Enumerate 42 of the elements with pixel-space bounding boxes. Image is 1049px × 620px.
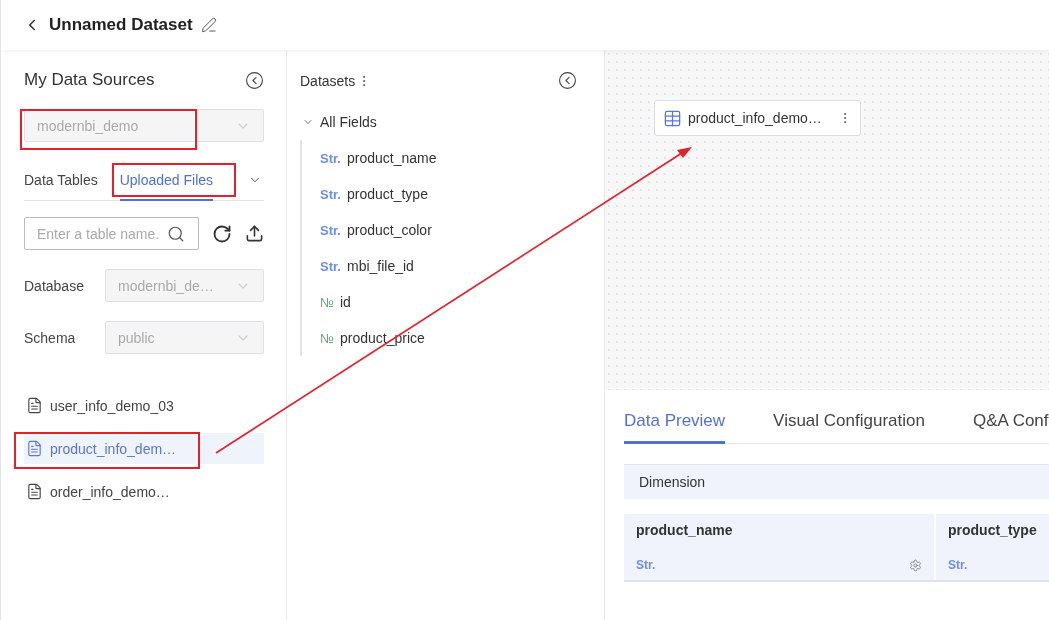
column-name: product_name (636, 522, 734, 538)
source-tab[interactable]: Uploaded Files (119, 160, 214, 201)
file-item[interactable]: user_info_demo_03 (24, 390, 264, 421)
file-icon (26, 440, 43, 457)
table-icon (663, 108, 682, 128)
panel-title: Datasets (300, 72, 356, 89)
search-box[interactable]: Enter a table name. (24, 217, 199, 250)
tree-group[interactable]: All Fields (300, 112, 577, 132)
filter-label: Database (24, 277, 85, 294)
file-icon (26, 483, 43, 500)
filter-label: Schema (24, 329, 77, 346)
field-name: id (339, 294, 351, 310)
pencil-icon[interactable] (200, 17, 217, 33)
column-name: product_type (948, 522, 1038, 538)
number-type-tag: № (320, 294, 334, 310)
source-tab[interactable]: Data Tables (24, 160, 98, 201)
collapse-icon[interactable] (245, 70, 264, 90)
panel-title: My Data Sources (24, 70, 155, 90)
preview-tab[interactable]: Q&A Conf (972, 400, 1049, 444)
search-icon (167, 224, 185, 243)
file-icon (26, 397, 43, 414)
upload-icon[interactable] (245, 224, 264, 243)
number-type-tag: № (320, 330, 334, 346)
preview-tab[interactable]: Visual Configuration (773, 400, 925, 444)
table-node[interactable]: product_info_demo… (654, 100, 861, 136)
field-name: product_name (346, 150, 437, 166)
string-type-tag: Str. (320, 186, 341, 202)
string-type-tag: Str. (320, 150, 341, 166)
collapse-icon[interactable] (558, 71, 577, 90)
refresh-icon[interactable] (212, 223, 232, 244)
string-type-tag: Str. (636, 558, 656, 572)
file-item[interactable]: order_info_demo… (24, 476, 264, 507)
string-type-tag: Str. (948, 558, 968, 572)
field-name: mbi_file_id (346, 258, 414, 274)
string-type-tag: Str. (320, 222, 341, 238)
dataset-title: Unnamed Dataset (49, 15, 193, 35)
preview-tab[interactable]: Data Preview (624, 400, 726, 444)
section-band: Dimension (624, 464, 1049, 499)
string-type-tag: Str. (320, 258, 341, 274)
field-name: product_color (346, 222, 432, 238)
file-item[interactable]: product_info_dem… (24, 433, 264, 464)
field-name: product_type (346, 186, 428, 202)
